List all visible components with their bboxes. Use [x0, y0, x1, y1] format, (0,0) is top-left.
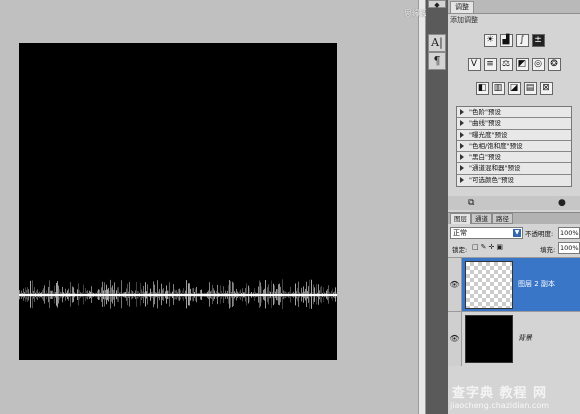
lock-label: 锁定:	[452, 246, 468, 254]
waveform-artwork	[19, 279, 337, 310]
preset-black-white[interactable]: "黑白"预设	[457, 152, 571, 164]
adjustments-subtitle: 添加调整	[450, 16, 478, 24]
curves-icon[interactable]: ∫	[515, 34, 529, 47]
lock-transparency-icon[interactable]: □	[472, 243, 481, 251]
layer-row[interactable]: 👁 图层 2 副本	[448, 257, 580, 312]
expand-arrow-icon[interactable]	[460, 176, 464, 183]
invert-icon[interactable]: ◧	[475, 82, 489, 95]
fill-input[interactable]: 100%	[558, 242, 580, 254]
layer-thumbnail	[465, 261, 513, 309]
panel-divider[interactable]	[418, 0, 426, 414]
black-white-icon[interactable]: ◩	[515, 58, 529, 71]
exposure-icon[interactable]: ±	[531, 34, 545, 47]
expand-arrow-icon[interactable]	[460, 142, 464, 149]
tab-layers[interactable]: 图层	[450, 213, 471, 224]
panel-menu-icon[interactable]: ●	[558, 198, 566, 208]
layer-row[interactable]: 👁 背景	[448, 311, 580, 366]
adjustment-presets-list: "色阶"预设 "曲线"预设 "曝光度"预设 "色相/饱和度"预设 "黑白"预设 …	[456, 106, 572, 188]
expand-arrow-icon[interactable]	[460, 154, 464, 161]
expand-arrow-icon[interactable]	[460, 120, 464, 127]
right-panels: 调整 添加调整 ☀ ▟ ∫ ± V ≡ ⚖ ◩ ◎ ❂ ◧ ▥ ◪ ▤ ⊠ "色…	[448, 0, 580, 414]
watermark-sub: jiaocheng.chazidian.com	[450, 401, 550, 410]
expand-arrow-icon[interactable]	[460, 131, 464, 138]
preset-hue-saturation[interactable]: "色相/饱和度"预设	[457, 141, 571, 153]
document-canvas[interactable]	[19, 43, 337, 360]
photo-filter-icon[interactable]: ◎	[531, 58, 545, 71]
document-workspace	[0, 0, 418, 414]
lock-options: □✎✛▣	[472, 243, 505, 251]
brightness-icon[interactable]: ☀	[483, 34, 497, 47]
preset-selective-color[interactable]: "可选颜色"预设	[457, 175, 571, 186]
adjustment-icons-row-2: V ≡ ⚖ ◩ ◎ ❂	[448, 58, 580, 74]
panel-grip-icon[interactable]: ◆	[428, 0, 446, 9]
layer-thumbnail	[465, 315, 513, 363]
levels-icon[interactable]: ▟	[499, 34, 513, 47]
preset-channel-mixer[interactable]: "通道混和器"预设	[457, 163, 571, 175]
hue-saturation-icon[interactable]: ≡	[483, 58, 497, 71]
preset-levels[interactable]: "色阶"预设	[457, 107, 571, 119]
eye-icon[interactable]: 👁	[448, 258, 462, 312]
expand-arrow-icon[interactable]	[460, 165, 464, 172]
posterize-icon[interactable]: ▥	[491, 82, 505, 95]
channel-mixer-icon[interactable]: ❂	[547, 58, 561, 71]
expand-arrow-icon[interactable]	[460, 109, 464, 115]
adjustment-icons-row-3: ◧ ▥ ◪ ▤ ⊠	[448, 82, 580, 98]
threshold-icon[interactable]: ◪	[507, 82, 521, 95]
photoshop-window: 思缘设计论坛 www.MISSYUAN.COM ◆ A| ¶ 调整 添加调整 ☀…	[0, 0, 580, 414]
lock-row: 锁定: □✎✛▣ 填充: 100%	[448, 241, 580, 255]
lock-all-icon[interactable]: ▣	[496, 243, 505, 251]
character-panel-icon[interactable]: A|	[428, 34, 446, 52]
preset-exposure[interactable]: "曝光度"预设	[457, 130, 571, 141]
fill-label: 填充:	[540, 246, 556, 254]
watermark-main: 查字典 教程 网	[452, 386, 548, 401]
chevron-down-icon: ▼	[513, 229, 521, 237]
blend-mode-select[interactable]: 正常 ▼	[450, 227, 523, 239]
bottom-watermark: 查字典 教程 网 jiaocheng.chazidian.com	[448, 382, 580, 414]
tab-channels[interactable]: 通道	[471, 213, 492, 224]
gradient-map-icon[interactable]: ▤	[523, 82, 537, 95]
clip-to-layer-icon[interactable]: ⧉	[468, 198, 474, 208]
tab-adjustments[interactable]: 调整	[450, 1, 474, 13]
adjustments-footer: ⧉ ●	[448, 196, 580, 210]
color-balance-icon[interactable]: ⚖	[499, 58, 513, 71]
preset-curves[interactable]: "曲线"预设	[457, 118, 571, 130]
collapsed-tool-strip: ◆ A| ¶	[426, 0, 448, 414]
blend-row: 正常 ▼ 不透明度: 100%	[448, 226, 580, 240]
layers-panel-tabs: 图层 通道 路径	[448, 213, 580, 224]
opacity-label: 不透明度:	[525, 230, 554, 238]
opacity-input[interactable]: 100%	[558, 227, 580, 239]
vibrance-icon[interactable]: V	[467, 58, 481, 71]
lock-paint-icon[interactable]: ✎	[481, 243, 489, 251]
adjustment-icons-row-1: ☀ ▟ ∫ ±	[448, 34, 580, 50]
layer-name[interactable]: 背景	[518, 333, 532, 343]
layer-name[interactable]: 图层 2 副本	[518, 279, 555, 289]
eye-icon[interactable]: 👁	[448, 312, 462, 366]
tab-paths[interactable]: 路径	[492, 213, 513, 224]
selective-color-icon[interactable]: ⊠	[539, 82, 553, 95]
adjustments-header: 调整	[448, 0, 580, 14]
paragraph-panel-icon[interactable]: ¶	[428, 52, 446, 70]
